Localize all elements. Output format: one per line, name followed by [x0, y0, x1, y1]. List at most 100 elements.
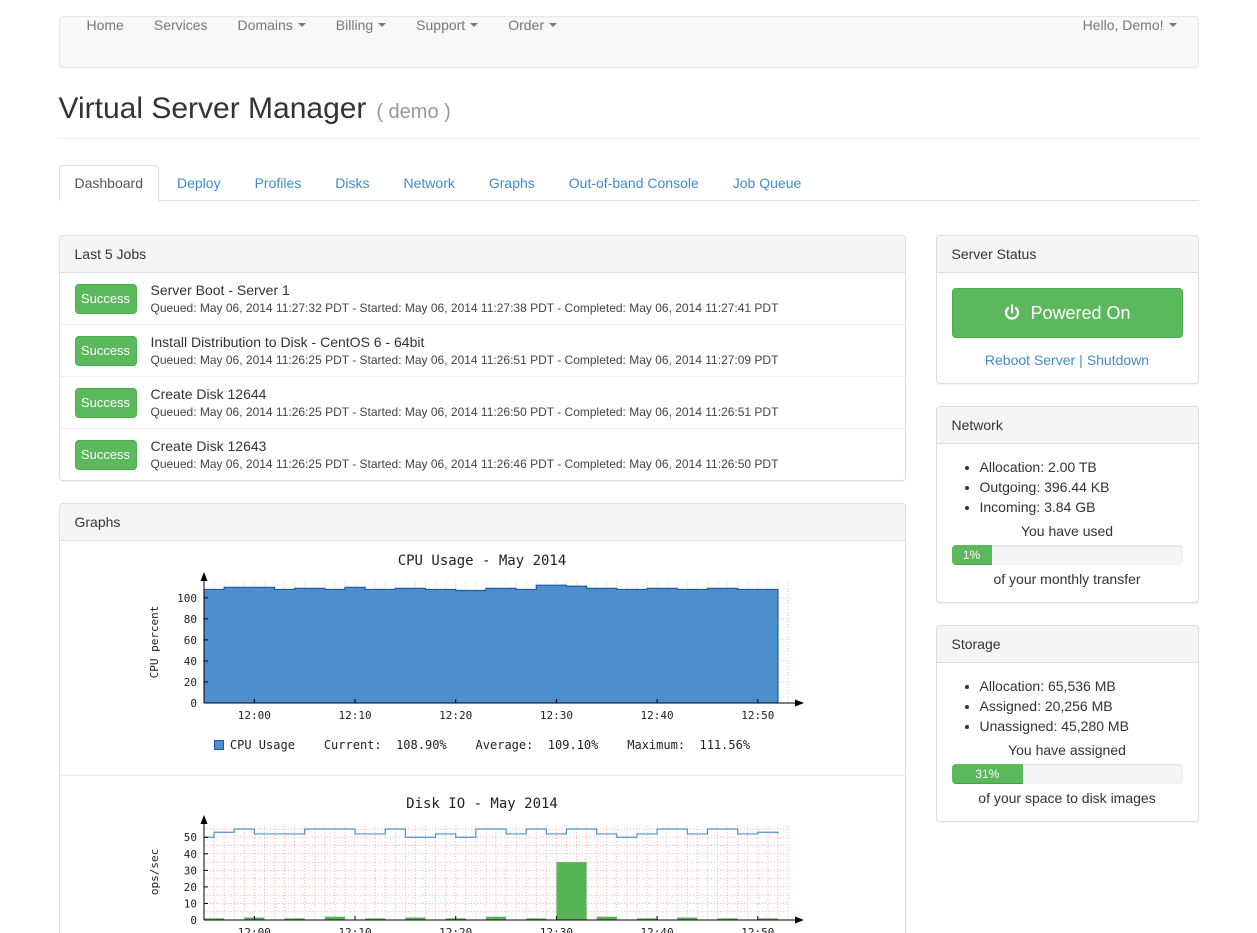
- tab-dashboard[interactable]: Dashboard: [59, 165, 160, 201]
- navbar-menu: Home Services Domains Billing Support Or…: [72, 17, 573, 67]
- page-header: Virtual Server Manager ( demo ): [59, 92, 1199, 139]
- job-status-badge: Success: [75, 336, 137, 366]
- job-row: Success Server Boot - Server 1 Queued: M…: [60, 273, 905, 325]
- job-row: Success Create Disk 12644 Queued: May 06…: [60, 377, 905, 429]
- nav-support[interactable]: Support: [401, 17, 493, 33]
- svg-text:12:10: 12:10: [338, 926, 371, 933]
- svg-text:60: 60: [184, 634, 197, 647]
- storage-suffix: of your space to disk images: [952, 790, 1183, 806]
- cpu-chart-legend: CPU Usage Current: 108.90% Average: 109.…: [60, 735, 905, 755]
- nav-home-label: Home: [87, 17, 124, 33]
- graphs-panel: Graphs CPU Usage - May 2014 020406080100…: [59, 503, 906, 933]
- nav-services-label: Services: [154, 17, 208, 33]
- power-status-label: Powered On: [1030, 303, 1130, 324]
- job-title: Server Boot - Server 1: [151, 282, 779, 298]
- page-subtitle: ( demo ): [376, 101, 450, 123]
- svg-text:12:10: 12:10: [338, 709, 371, 722]
- svg-text:10: 10: [184, 897, 197, 910]
- network-panel-header: Network: [937, 407, 1198, 444]
- job-row: Success Create Disk 12643 Queued: May 06…: [60, 429, 905, 480]
- svg-text:12:20: 12:20: [439, 926, 472, 933]
- user-menu[interactable]: Hello, Demo!: [1068, 17, 1192, 33]
- tab-profiles[interactable]: Profiles: [239, 165, 318, 201]
- main-content: Last 5 Jobs Success Server Boot - Server…: [59, 235, 1199, 933]
- user-menu-label: Hello, Demo!: [1083, 17, 1164, 33]
- job-details: Queued: May 06, 2014 11:26:25 PDT - Star…: [151, 353, 779, 367]
- nav-billing-label: Billing: [336, 17, 373, 33]
- job-title: Install Distribution to Disk - CentOS 6 …: [151, 334, 779, 350]
- network-suffix: of your monthly transfer: [952, 571, 1183, 587]
- graphs-panel-body: CPU Usage - May 2014 02040608010012:0012…: [60, 541, 905, 933]
- network-used-label: You have used: [952, 523, 1183, 539]
- nav-services[interactable]: Services: [139, 17, 223, 33]
- storage-used-label: You have assigned: [952, 742, 1183, 758]
- nav-domains-label: Domains: [238, 17, 293, 33]
- network-progress-track: 1%: [952, 545, 1183, 565]
- power-icon: [1003, 304, 1021, 322]
- nav-support-label: Support: [416, 17, 465, 33]
- job-status-badge: Success: [75, 284, 137, 314]
- tab-deploy[interactable]: Deploy: [161, 165, 237, 201]
- storage-assigned: Assigned: 20,256 MB: [980, 698, 1183, 714]
- tab-out-of-band-console[interactable]: Out-of-band Console: [553, 165, 715, 201]
- power-links: Reboot Server|Shutdown: [952, 352, 1183, 368]
- server-status-header: Server Status: [937, 236, 1198, 273]
- cpu-chart-title: CPU Usage - May 2014: [60, 553, 905, 569]
- power-status-button[interactable]: Powered On: [952, 288, 1183, 338]
- svg-text:0: 0: [190, 697, 197, 710]
- svg-text:12:30: 12:30: [540, 709, 573, 722]
- network-panel: Network Allocation: 2.00 TB Outgoing: 39…: [936, 406, 1199, 603]
- svg-text:80: 80: [184, 613, 197, 626]
- storage-unassigned: Unassigned: 45,280 MB: [980, 718, 1183, 734]
- cpu-chart-legend-text: CPU Usage Current: 108.90% Average: 109.…: [230, 738, 750, 752]
- cpu-usage-chart: 02040608010012:0012:1012:2012:3012:4012:…: [142, 571, 822, 733]
- storage-panel: Storage Allocation: 65,536 MB Assigned: …: [936, 625, 1199, 822]
- tab-job-queue[interactable]: Job Queue: [717, 165, 818, 201]
- svg-text:30: 30: [184, 864, 197, 877]
- svg-text:12:00: 12:00: [238, 926, 271, 933]
- disk-io-chart: 0102030405012:0012:1012:2012:3012:4012:5…: [142, 814, 822, 933]
- reboot-server-link[interactable]: Reboot Server: [985, 352, 1075, 368]
- svg-text:40: 40: [184, 848, 197, 861]
- server-status-panel: Server Status Powered On Reboot Server|S…: [936, 235, 1199, 384]
- svg-text:12:40: 12:40: [641, 709, 674, 722]
- navbar-user-menu: Hello, Demo!: [1068, 17, 1192, 67]
- caret-down-icon: [298, 23, 306, 27]
- caret-down-icon: [378, 23, 386, 27]
- svg-text:50: 50: [184, 831, 197, 844]
- job-details: Queued: May 06, 2014 11:27:32 PDT - Star…: [151, 301, 779, 315]
- tab-graphs[interactable]: Graphs: [473, 165, 551, 201]
- job-title: Create Disk 12644: [151, 386, 779, 402]
- nav-domains[interactable]: Domains: [223, 17, 321, 33]
- network-stats-list: Allocation: 2.00 TB Outgoing: 396.44 KB …: [980, 459, 1183, 515]
- svg-text:40: 40: [184, 655, 197, 668]
- main-column: Last 5 Jobs Success Server Boot - Server…: [59, 235, 906, 933]
- svg-text:20: 20: [184, 881, 197, 894]
- jobs-list: Success Server Boot - Server 1 Queued: M…: [60, 273, 905, 480]
- svg-text:12:40: 12:40: [641, 926, 674, 933]
- legend-swatch-icon: [214, 740, 224, 750]
- job-status-badge: Success: [75, 440, 137, 470]
- tab-network[interactable]: Network: [388, 165, 471, 201]
- disk-chart-title: Disk IO - May 2014: [60, 796, 905, 812]
- nav-billing[interactable]: Billing: [321, 17, 401, 33]
- nav-order-label: Order: [508, 17, 544, 33]
- page-container: Home Services Domains Billing Support Or…: [59, 16, 1199, 933]
- svg-text:12:50: 12:50: [741, 709, 774, 722]
- jobs-panel-header: Last 5 Jobs: [60, 236, 905, 273]
- network-incoming: Incoming: 3.84 GB: [980, 499, 1183, 515]
- tab-disks[interactable]: Disks: [319, 165, 385, 201]
- network-progress-bar: 1%: [952, 545, 992, 565]
- charts-divider: [60, 775, 905, 776]
- graphs-panel-header: Graphs: [60, 504, 905, 541]
- svg-text:12:20: 12:20: [439, 709, 472, 722]
- svg-text:CPU percent: CPU percent: [148, 606, 161, 679]
- storage-progress-label: 31%: [975, 767, 999, 781]
- svg-text:ops/sec: ops/sec: [148, 849, 161, 895]
- nav-home[interactable]: Home: [72, 17, 139, 33]
- shutdown-link[interactable]: Shutdown: [1087, 352, 1149, 368]
- storage-progress-bar: 31%: [952, 764, 1024, 784]
- svg-text:0: 0: [190, 914, 197, 927]
- nav-order[interactable]: Order: [493, 17, 572, 33]
- svg-text:12:30: 12:30: [540, 926, 573, 933]
